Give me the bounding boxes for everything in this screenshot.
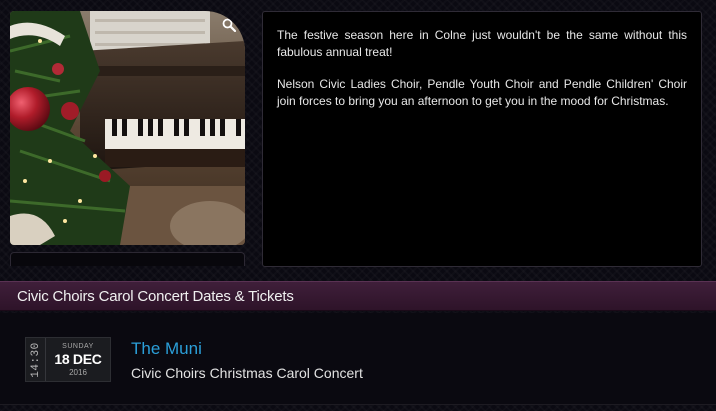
event-day-month: 18 DEC xyxy=(54,350,102,367)
event-weekday: SUNDAY xyxy=(62,342,94,350)
event-time: 14:30 xyxy=(26,338,46,381)
section-title: Civic Choirs Carol Concert Dates & Ticke… xyxy=(17,287,294,305)
date-badge: 14:30 SUNDAY 18 DEC 2016 xyxy=(25,337,111,382)
dates-tickets-header: Civic Choirs Carol Concert Dates & Ticke… xyxy=(0,281,716,311)
piano-tree-illustration xyxy=(10,11,245,245)
event-title: Civic Choirs Christmas Carol Concert xyxy=(131,365,363,381)
venue-link[interactable]: The Muni xyxy=(131,339,202,359)
event-year: 2016 xyxy=(69,367,87,377)
description-paragraph: The festive season here in Colne just wo… xyxy=(277,28,687,59)
zoom-button[interactable] xyxy=(217,13,241,37)
event-description: The festive season here in Colne just wo… xyxy=(262,11,702,267)
event-listing-row[interactable]: 14:30 SUNDAY 18 DEC 2016 The Muni Civic … xyxy=(0,313,716,405)
description-paragraph: Nelson Civic Ladies Choir, Pendle Youth … xyxy=(277,77,687,108)
event-date: SUNDAY 18 DEC 2016 xyxy=(46,338,110,381)
image-card-footer xyxy=(10,252,245,266)
event-time-label: 14:30 xyxy=(29,341,42,378)
event-image[interactable] xyxy=(10,11,245,245)
magnifier-icon xyxy=(222,18,236,32)
